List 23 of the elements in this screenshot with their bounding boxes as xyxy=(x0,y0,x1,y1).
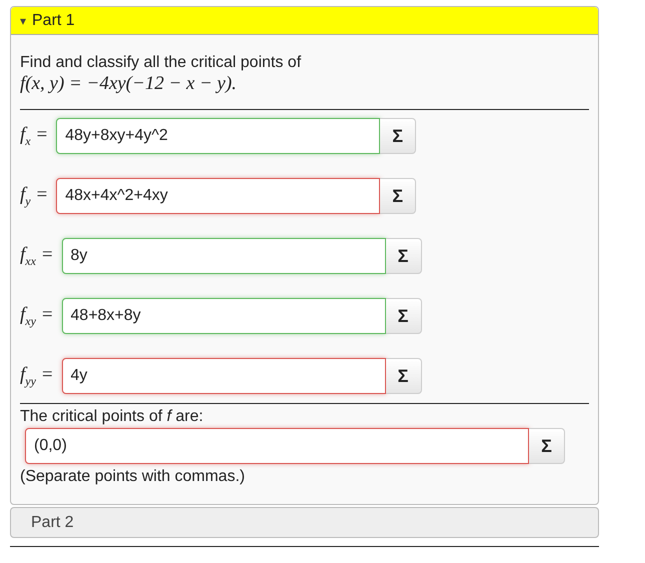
derivative-label: f$_{yy}$ = xyxy=(20,364,54,388)
answer-field[interactable]: 8y xyxy=(62,238,386,274)
equation-button[interactable]: Σ xyxy=(386,298,422,334)
answer-field[interactable]: 4y xyxy=(62,358,386,394)
answer-field[interactable]: 48y+8xy+4y^2 xyxy=(56,118,380,154)
derivative-label: f$_{x}$ = xyxy=(20,124,48,148)
hint-text: (Separate points with commas.) xyxy=(20,468,246,486)
equation-button[interactable]: Σ xyxy=(380,178,416,214)
equation-button[interactable]: Σ xyxy=(380,118,416,154)
equation-button[interactable]: Σ xyxy=(386,238,422,274)
critical-points-prompt: The critical points of f are: xyxy=(20,408,204,426)
answer-field[interactable]: 48+8x+8y xyxy=(62,298,386,334)
derivative-label: f$_{xx}$ = xyxy=(20,244,54,268)
derivative-label: f$_{xy}$ = xyxy=(20,304,54,328)
answer-field[interactable]: (0,0) xyxy=(25,428,529,464)
question-text: Find and classify all the critical points of xyxy=(20,53,302,73)
part-header[interactable]: Part 2 xyxy=(10,507,599,538)
answer-field[interactable]: 48x+4x^2+4xy xyxy=(56,178,380,214)
derivative-label: f$_{y}$ = xyxy=(20,184,48,208)
equation-button[interactable]: Σ xyxy=(529,428,565,464)
part-header[interactable]: ▾ Part 1 xyxy=(11,7,598,35)
equation-button[interactable]: Σ xyxy=(386,358,422,394)
function-formula: f(x, y) = −4xy(−12 − x − y). xyxy=(20,73,238,95)
